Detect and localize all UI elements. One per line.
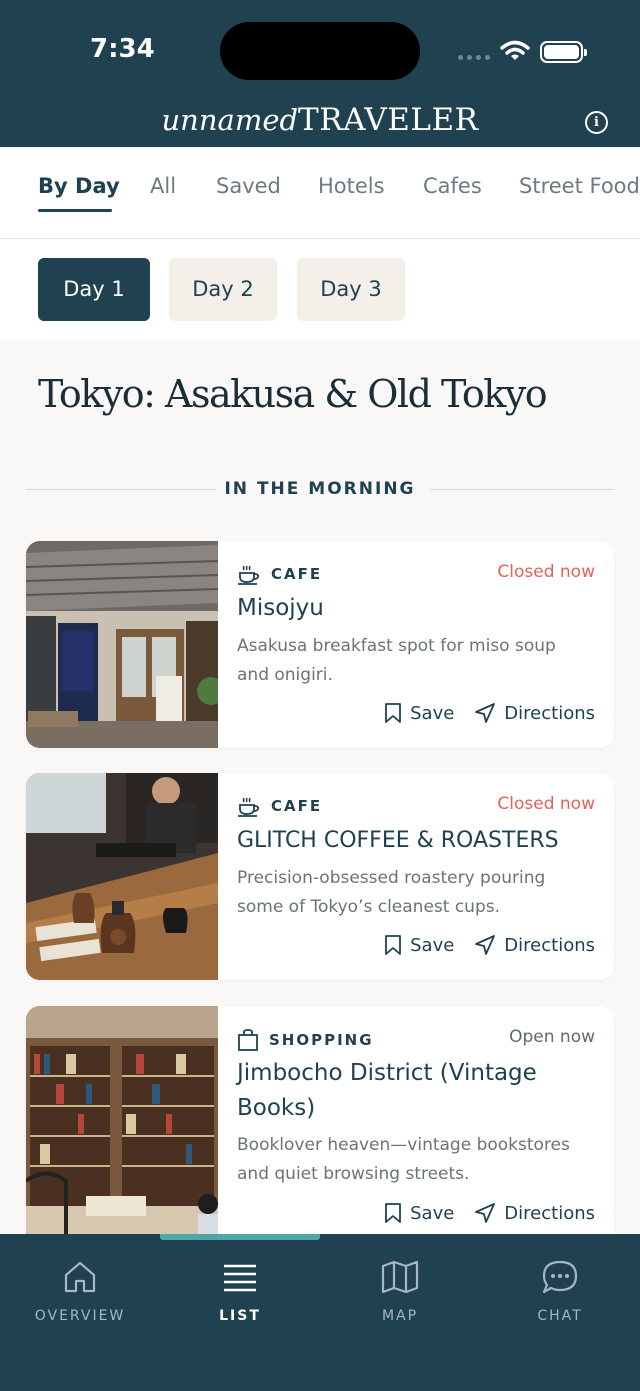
tab-hotels[interactable]: Hotels xyxy=(318,174,385,198)
card-actions: Save Directions xyxy=(384,702,595,724)
bookmark-icon xyxy=(385,703,402,723)
page-title: Tokyo: Asakusa & Old Tokyo xyxy=(38,372,548,416)
directions-button[interactable]: Directions xyxy=(474,1202,595,1224)
info-icon[interactable]: i xyxy=(585,111,608,134)
nav-chat[interactable]: CHAT xyxy=(480,1256,640,1324)
day-selector: Day 1 Day 2 Day 3 xyxy=(0,239,640,340)
bookmark-icon xyxy=(385,935,402,955)
place-description: Asakusa breakfast spot for miso soup and… xyxy=(237,636,556,685)
navigation-arrow-icon xyxy=(475,935,496,955)
open-status: Open now xyxy=(509,1027,595,1047)
nav-list[interactable]: LIST xyxy=(160,1256,320,1324)
active-tab-underline xyxy=(38,209,112,212)
section-label: IN THE MORNING xyxy=(224,479,416,499)
section-header: IN THE MORNING xyxy=(26,476,614,502)
day-1-chip[interactable]: Day 1 xyxy=(38,258,150,321)
place-photo xyxy=(26,773,218,980)
place-photo xyxy=(26,541,218,748)
nav-map[interactable]: MAP xyxy=(320,1256,480,1324)
tab-cafes[interactable]: Cafes xyxy=(423,174,482,198)
place-photo xyxy=(26,1006,218,1246)
tab-all[interactable]: All xyxy=(150,174,176,198)
tab-saved[interactable]: Saved xyxy=(216,174,281,198)
place-description: Precision-obsessed roastery pouring some… xyxy=(237,868,546,917)
directions-button[interactable]: Directions xyxy=(474,702,595,724)
save-button[interactable]: Save xyxy=(384,1202,454,1224)
bookmark-icon xyxy=(385,1203,402,1223)
tab-by-day[interactable]: By Day xyxy=(38,174,120,198)
day-2-chip[interactable]: Day 2 xyxy=(169,258,277,321)
open-status: Closed now xyxy=(497,562,595,582)
save-button[interactable]: Save xyxy=(384,702,454,724)
place-name[interactable]: Jimbocho District (Vintage Books) xyxy=(237,1056,567,1126)
filter-tabs: By Day All Saved Hotels Cafes Street Foo… xyxy=(0,147,640,239)
card-actions: Save Directions xyxy=(384,1202,595,1224)
place-card[interactable]: SHOPPING Open now Jimbocho District (Vin… xyxy=(26,1006,614,1246)
card-actions: Save Directions xyxy=(384,934,595,956)
chat-bubble-icon xyxy=(542,1260,578,1294)
list-icon xyxy=(224,1264,256,1292)
coffee-cup-icon xyxy=(238,797,260,817)
brand-logo: unnamedTRAVELER xyxy=(161,102,479,138)
bottom-nav: OVERVIEW LIST MAP CHAT xyxy=(0,1234,640,1391)
place-card[interactable]: CAFE Closed now GLITCH COFFEE & ROASTERS… xyxy=(26,773,614,980)
battery-icon xyxy=(540,41,587,63)
nav-overview[interactable]: OVERVIEW xyxy=(0,1256,160,1324)
map-icon xyxy=(381,1260,419,1294)
directions-button[interactable]: Directions xyxy=(474,934,595,956)
wifi-icon xyxy=(500,40,530,60)
category-label: CAFE xyxy=(237,563,322,585)
shopping-bag-icon xyxy=(238,1029,258,1051)
app-header: 7:34 unnamedTRAVELER i xyxy=(0,0,640,147)
navigation-arrow-icon xyxy=(475,703,496,723)
day-3-chip[interactable]: Day 3 xyxy=(297,258,405,321)
coffee-cup-icon xyxy=(238,565,260,585)
place-name[interactable]: Misojyu xyxy=(237,591,597,626)
place-description: Booklover heaven—vintage bookstores and … xyxy=(237,1135,570,1184)
place-name[interactable]: GLITCH COFFEE & ROASTERS xyxy=(237,823,607,858)
navigation-arrow-icon xyxy=(475,1203,496,1223)
status-time: 7:34 xyxy=(90,34,155,64)
active-nav-indicator xyxy=(160,1234,320,1240)
category-label: SHOPPING xyxy=(237,1028,374,1052)
dynamic-island xyxy=(220,22,420,80)
open-status: Closed now xyxy=(497,794,595,814)
cellular-signal-icon xyxy=(458,55,490,60)
place-card[interactable]: CAFE Closed now Misojyu Asakusa breakfas… xyxy=(26,541,614,748)
tab-street-food[interactable]: Street Food xyxy=(519,174,640,198)
save-button[interactable]: Save xyxy=(384,934,454,956)
category-label: CAFE xyxy=(237,795,322,817)
home-icon xyxy=(64,1261,96,1293)
